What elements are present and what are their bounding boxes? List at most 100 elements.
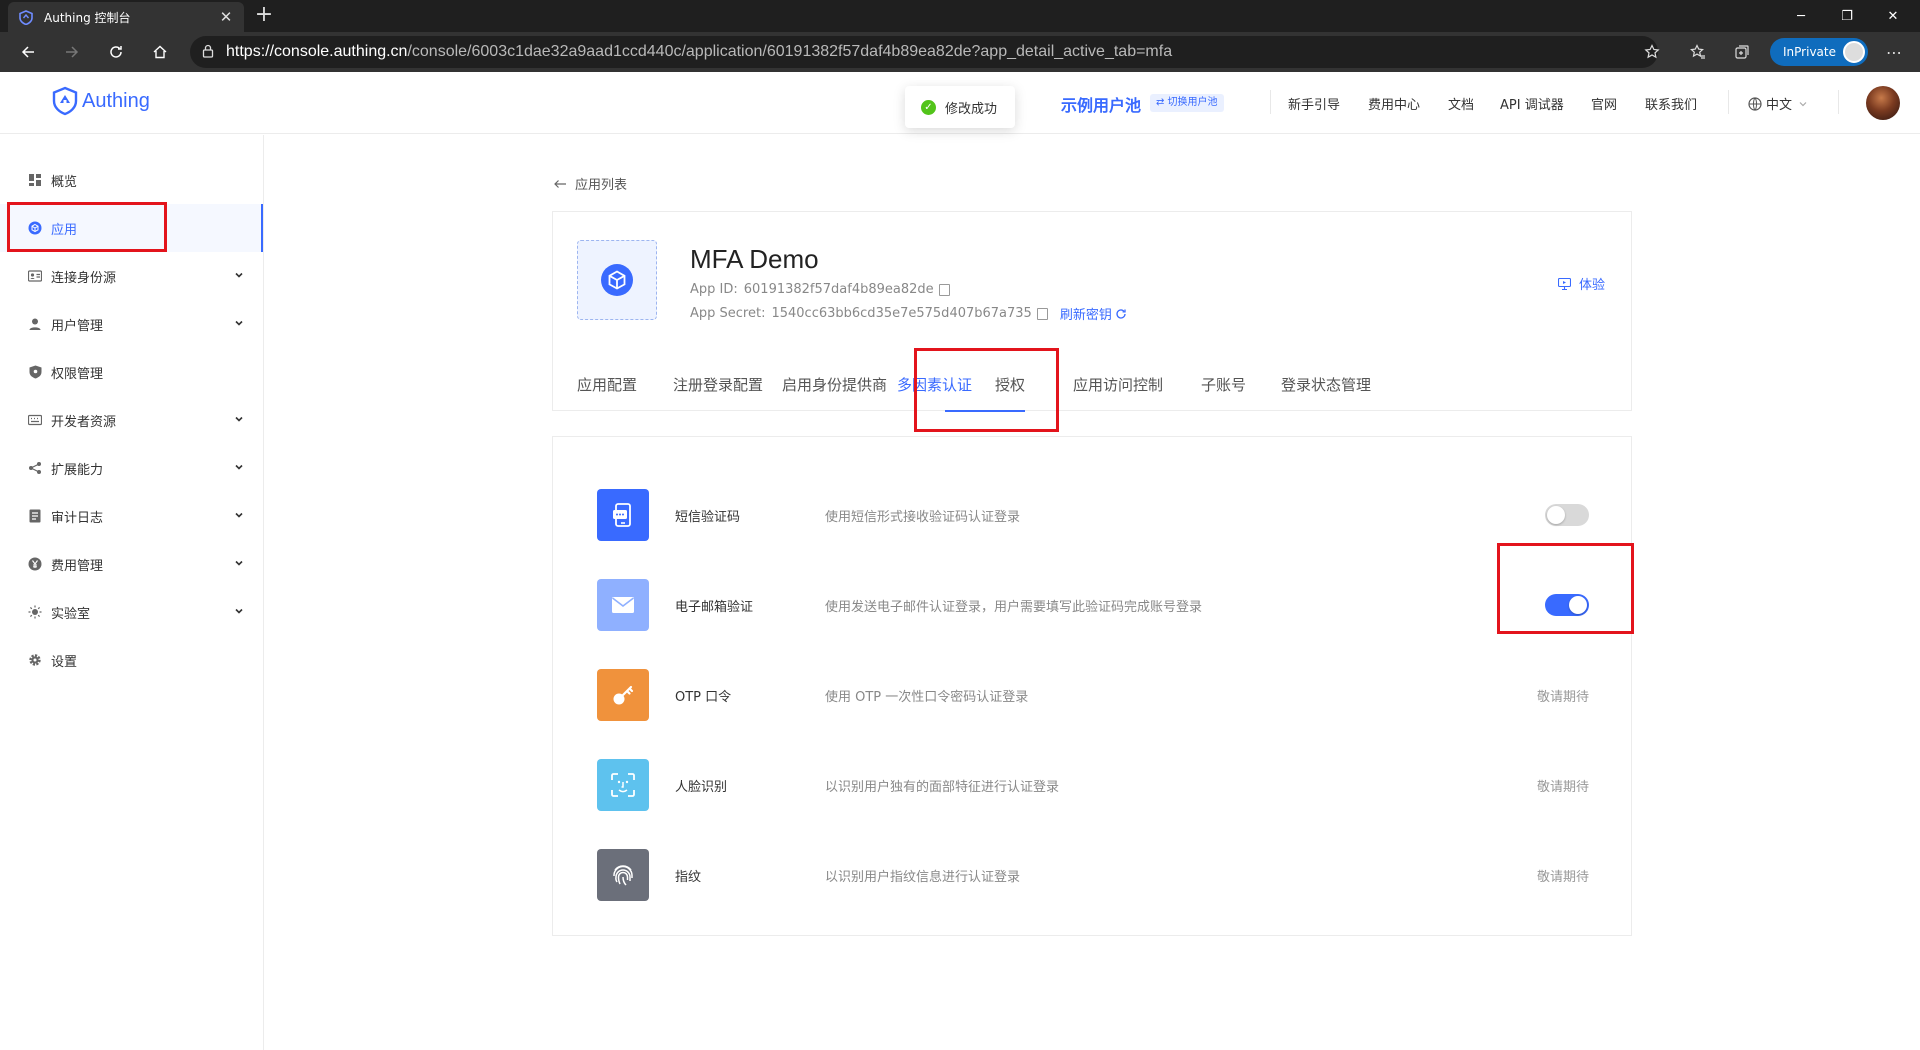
chevron-down-icon [235, 272, 243, 278]
mfa-desc: 以识别用户指纹信息进行认证登录 [825, 870, 1021, 885]
browser-toolbar: https://console.authing.cn/console/6003c… [0, 32, 1920, 72]
mfa-name: 电子邮箱验证 [675, 600, 754, 615]
back-arrow-icon[interactable] [14, 38, 42, 66]
sidebar-item-label: 实验室 [51, 606, 91, 622]
app-logo [577, 240, 657, 320]
home-icon[interactable] [146, 38, 174, 66]
copy-icon[interactable] [938, 283, 950, 296]
switch-user-pool-button[interactable]: ⇄ 切换用户池 [1150, 94, 1224, 112]
app-cube-icon [601, 264, 633, 296]
tab-app-config[interactable]: 应用配置 [577, 374, 637, 395]
sidebar-item-label: 设置 [51, 654, 78, 670]
header-link-guide[interactable]: 新手引导 [1288, 94, 1340, 113]
authing-logo[interactable]: Authing [52, 86, 150, 116]
log-icon [27, 508, 43, 524]
sidebar-item-settings[interactable]: 设置 [0, 636, 263, 684]
toast-message: 修改成功 [945, 101, 998, 117]
minimize-icon[interactable]: ─ [1778, 0, 1824, 32]
email-mfa-toggle[interactable] [1545, 594, 1589, 616]
app-name: MFA Demo [690, 244, 819, 274]
sidebar-item-audit-logs[interactable]: 审计日志 [0, 492, 263, 540]
sms-mfa-toggle[interactable] [1545, 504, 1589, 526]
cube-icon [27, 220, 43, 236]
reload-icon[interactable] [102, 38, 130, 66]
mfa-row-email: 电子邮箱验证 使用发送电子邮件认证登录，用户需要填写此验证码完成账号登录 [553, 560, 1633, 650]
inprivate-button[interactable]: InPrivate [1770, 38, 1868, 66]
key-icon [597, 669, 649, 721]
refresh-secret-link[interactable]: 刷新密钥 [1060, 304, 1112, 323]
share-icon [27, 460, 43, 476]
more-menu-icon[interactable]: ⋯ [1880, 38, 1908, 66]
url-text: https://console.authing.cn/console/6003c… [226, 43, 1172, 61]
restore-icon[interactable]: ❐ [1824, 0, 1870, 32]
app-id-label: App ID: [690, 282, 738, 297]
user-avatar[interactable] [1866, 86, 1900, 120]
header-link-contact[interactable]: 联系我们 [1645, 94, 1697, 113]
url-path: /console/6003c1dae32a9aad1ccd440c/applic… [407, 43, 1173, 60]
tab-login-config[interactable]: 注册登录配置 [673, 374, 763, 395]
mfa-desc: 使用发送电子邮件认证登录，用户需要填写此验证码完成账号登录 [825, 600, 1203, 615]
mfa-desc: 使用 OTP 一次性口令密码认证登录 [825, 690, 1029, 705]
tab-session-management[interactable]: 登录状态管理 [1281, 374, 1371, 395]
chevron-down-icon [235, 320, 243, 326]
user-icon [27, 316, 43, 332]
sidebar-item-label: 费用管理 [51, 558, 104, 574]
mfa-row-sms: 短信验证码 使用短信形式接收验证码认证登录 [553, 470, 1633, 560]
sidebar-item-permissions[interactable]: 权限管理 [0, 348, 263, 396]
sidebar-item-billing[interactable]: 费用管理 [0, 540, 263, 588]
add-favorite-icon[interactable] [1638, 38, 1666, 66]
tab-sub-accounts[interactable]: 子账号 [1201, 374, 1246, 395]
copy-icon[interactable] [1036, 307, 1048, 320]
tab-identity-providers[interactable]: 启用身份提供商 [782, 374, 887, 395]
sidebar-item-applications[interactable]: 应用 [0, 204, 263, 252]
logo-text: Authing [82, 89, 150, 112]
globe-icon [1748, 96, 1762, 111]
forward-arrow-icon[interactable] [58, 38, 86, 66]
header-link-billing[interactable]: 费用中心 [1368, 94, 1420, 113]
authing-shield-icon [52, 86, 78, 116]
id-card-icon [27, 268, 43, 284]
tab-authorization[interactable]: 授权 [995, 374, 1025, 395]
tab-mfa[interactable]: 多因素认证 [897, 374, 972, 395]
sidebar-item-label: 应用 [51, 222, 78, 238]
favorites-icon[interactable] [1684, 38, 1712, 66]
dashboard-icon [27, 172, 43, 188]
header-link-docs[interactable]: 文档 [1448, 94, 1474, 113]
shield-icon [27, 364, 43, 380]
monitor-icon [1557, 277, 1571, 290]
mfa-name: OTP 口令 [675, 690, 732, 705]
sidebar-item-user-management[interactable]: 用户管理 [0, 300, 263, 348]
sidebar-item-identity-sources[interactable]: 连接身份源 [0, 252, 263, 300]
header-divider [1838, 90, 1839, 114]
collections-icon[interactable] [1728, 38, 1756, 66]
fingerprint-icon [597, 849, 649, 901]
chevron-down-icon [1799, 101, 1807, 106]
try-app-link[interactable]: 体验 [1557, 274, 1605, 293]
browser-tab[interactable]: Authing 控制台 ✕ [8, 2, 244, 32]
language-switcher[interactable]: 中文 [1748, 94, 1808, 113]
url-host: https://console.authing.cn [226, 43, 408, 60]
app-id-row: App ID: 60191382f57daf4b89ea82de [690, 282, 950, 297]
header-link-website[interactable]: 官网 [1591, 94, 1617, 113]
sidebar-item-label: 扩展能力 [51, 462, 104, 478]
close-tab-icon[interactable]: ✕ [218, 8, 234, 26]
toggle-knob [1547, 506, 1565, 524]
sidebar-item-overview[interactable]: 概览 [0, 156, 263, 204]
sidebar-item-extensions[interactable]: 扩展能力 [0, 444, 263, 492]
address-bar[interactable]: https://console.authing.cn/console/6003c… [190, 36, 1658, 68]
mfa-desc: 使用短信形式接收验证码认证登录 [825, 510, 1021, 525]
header-link-api-debugger[interactable]: API 调试器 [1500, 94, 1564, 113]
face-scan-icon [597, 759, 649, 811]
sidebar-item-lab[interactable]: 实验室 [0, 588, 263, 636]
tab-access-control[interactable]: 应用访问控制 [1073, 374, 1163, 395]
mfa-row-fingerprint: 指纹 以识别用户指纹信息进行认证登录 敬请期待 [553, 830, 1633, 920]
user-pool-name[interactable]: 示例用户池 [1061, 92, 1141, 116]
sms-icon [597, 489, 649, 541]
window-close-icon[interactable]: ✕ [1870, 0, 1916, 32]
back-to-app-list[interactable]: 应用列表 [553, 174, 627, 193]
coming-soon-label: 敬请期待 [1536, 870, 1589, 885]
sidebar-item-developer-resources[interactable]: 开发者资源 [0, 396, 263, 444]
new-tab-button[interactable]: + [252, 4, 276, 28]
refresh-icon[interactable] [1115, 308, 1127, 320]
chevron-down-icon [235, 416, 243, 422]
